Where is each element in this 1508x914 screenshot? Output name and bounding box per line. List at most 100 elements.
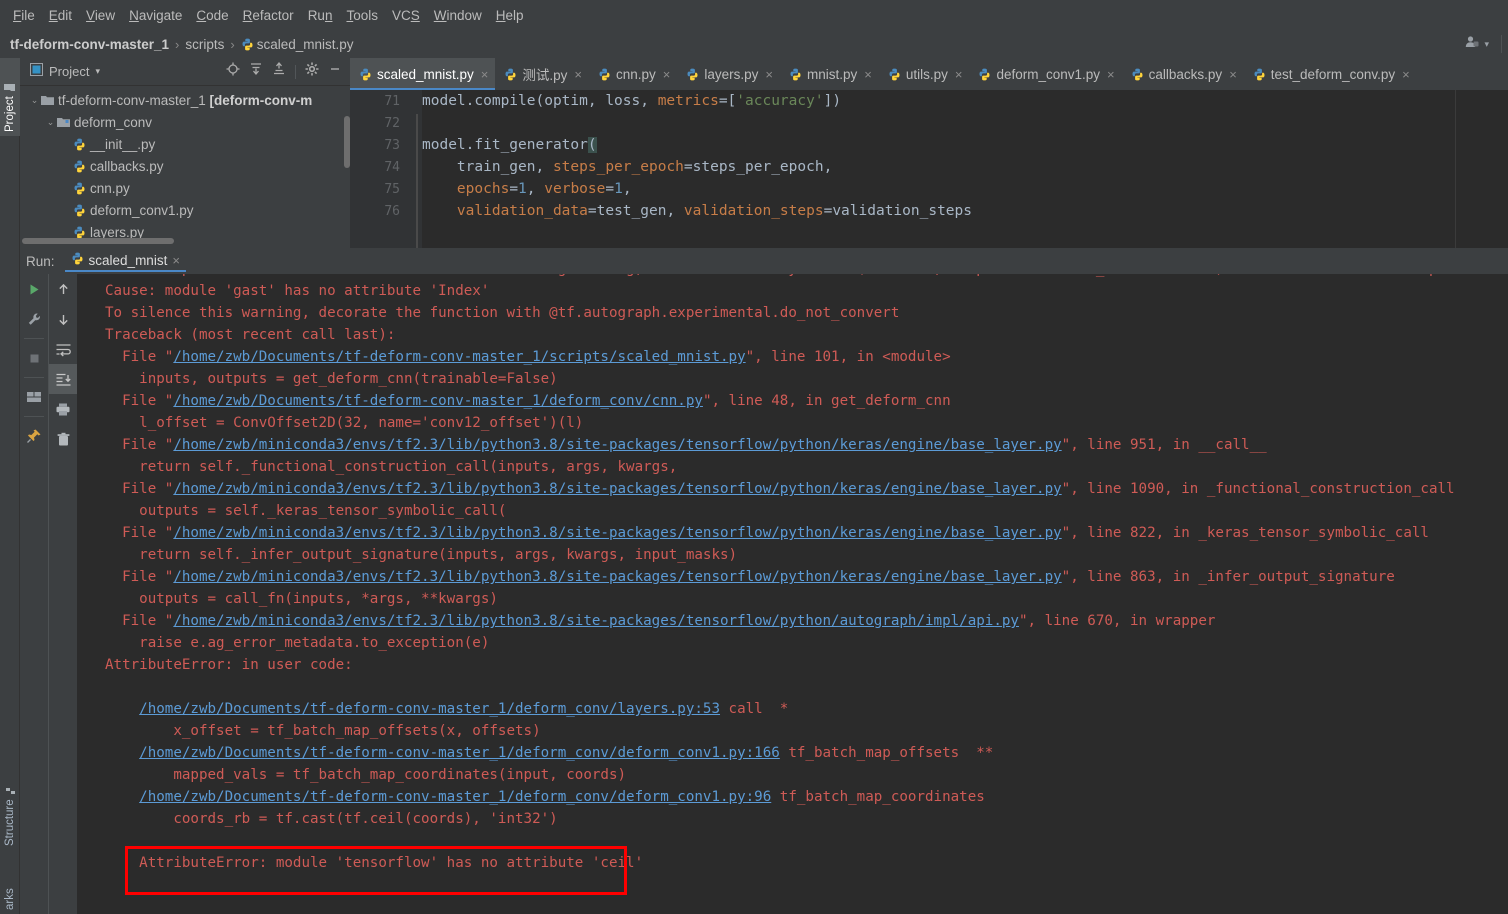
rerun-play-icon[interactable] [20,274,48,304]
scroll-down-icon[interactable] [49,304,77,334]
breadcrumb-item-2[interactable]: scaled_mnist.py [241,37,354,52]
close-icon[interactable]: × [574,67,582,82]
editor-code-area[interactable]: model.compile(optim, loss, metrics=['acc… [422,90,1508,248]
menu-item-help[interactable]: Help [489,5,531,26]
soft-wrap-icon[interactable] [49,334,77,364]
settings-gear-icon[interactable] [305,62,319,81]
menu-item-edit[interactable]: Edit [42,5,79,26]
console-text: tf_batch_map_offsets ** [779,745,994,761]
tree-item[interactable]: __init__.py [20,133,350,155]
menu-item-vcs[interactable]: VCS [385,5,427,26]
folder-src-icon [57,117,70,128]
menu-item-run[interactable]: Run [301,5,340,26]
menu-item-file[interactable]: File [6,5,42,26]
code-line: model.fit_generator( [422,137,597,153]
user-account-icon[interactable] [1464,34,1480,55]
console-text: File " [105,437,174,453]
tree-item[interactable]: deform_conv1.py [20,199,350,221]
console-line: outputs = self._keras_tensor_symbolic_ca… [105,503,506,519]
stop-icon[interactable] [20,343,48,373]
editor-tab-cnn-py[interactable]: cnn.py × [589,58,677,90]
editor-tab-callbacks-py[interactable]: callbacks.py × [1122,58,1244,90]
console-line: To silence this warning, decorate the fu… [105,305,899,321]
python-file-icon [1253,68,1266,81]
tool-window-button-project[interactable]: Project [0,58,20,136]
editor-tab-bar[interactable]: scaled_mnist.py × 测试.py × cnn.py × layers.py × m… [350,58,1508,90]
locate-icon[interactable] [226,62,240,81]
close-icon[interactable]: × [481,67,489,82]
menu-item-navigate[interactable]: Navigate [122,5,189,26]
close-icon[interactable]: × [1107,67,1115,82]
console-text: File " [105,393,174,409]
breadcrumb-item-0[interactable]: tf-deform-conv-master_1 [10,37,169,52]
chevron-down-icon[interactable]: ▾ [1484,39,1489,50]
close-icon[interactable]: × [1402,67,1410,82]
run-console-output[interactable]: Please report this to the TensorFlow tea… [77,274,1508,914]
tree-item[interactable]: cnn.py [20,177,350,199]
close-icon[interactable]: × [1229,67,1237,82]
scroll-up-icon[interactable] [49,274,77,304]
project-panel-title: Project [49,64,90,79]
menu-item-code[interactable]: Code [189,5,235,26]
project-tree[interactable]: ⌄ tf-deform-conv-master_1 [deform-conv-m ⌄… [20,86,350,246]
close-icon[interactable]: × [864,67,872,82]
tree-item[interactable]: callbacks.py [20,155,350,177]
pin-icon[interactable] [20,421,48,451]
console-file-link[interactable]: /home/zwb/Documents/tf-deform-conv-maste… [139,701,720,717]
structure-icon [4,786,16,795]
layout-icon[interactable] [20,382,48,412]
console-text: inputs, outputs = get_deform_cnn(trainab… [105,371,558,387]
editor-tab-测试-py[interactable]: 测试.py × [495,58,589,90]
collapse-all-icon[interactable] [272,61,286,81]
chevron-down-icon[interactable]: ▾ [95,66,100,77]
code-editor[interactable]: 71 72 73 74 75 76 model.compile(optim, loss, … [350,90,1508,248]
minimize-icon[interactable] [328,62,342,81]
editor-tab-scaled_mnist-py[interactable]: scaled_mnist.py × [350,58,496,90]
breadcrumb-item-1[interactable]: scripts [185,37,224,52]
tree-expand-arrow[interactable]: ⌄ [44,117,57,128]
menu-item-refactor[interactable]: Refactor [236,5,301,26]
editor-tab-test_deform_conv-py[interactable]: test_deform_conv.py × [1244,58,1417,90]
editor-tab-mnist-py[interactable]: mnist.py × [780,58,879,90]
close-icon[interactable]: × [172,253,180,268]
editor-tab-deform_conv1-py[interactable]: deform_conv1.py × [969,58,1121,90]
run-configuration-tab[interactable]: scaled_mnist × [64,250,187,272]
user-account-area[interactable]: ▾ [1464,30,1502,58]
console-text: ", line 48, in get_deform_cnn [702,393,951,409]
close-icon[interactable]: × [955,67,963,82]
console-file-link[interactable]: /home/zwb/miniconda3/envs/tf2.3/lib/pyth… [173,437,1061,453]
tree-expand-arrow[interactable]: ⌄ [28,95,41,106]
console-file-link[interactable]: /home/zwb/miniconda3/envs/tf2.3/lib/pyth… [173,613,1019,629]
menu-item-tools[interactable]: Tools [339,5,385,26]
console-file-link[interactable]: /home/zwb/miniconda3/envs/tf2.3/lib/pyth… [173,481,1061,497]
tree-item[interactable]: ⌄ tf-deform-conv-master_1 [deform-conv-m [20,89,350,111]
editor-tab-layers-py[interactable]: layers.py × [677,58,780,90]
tool-window-button-bookmarks[interactable]: arks [0,856,20,914]
tool-window-button-structure[interactable]: Structure [0,766,20,850]
toolbar-divider [24,338,44,339]
tree-item[interactable]: ⌄ deform_conv [20,111,350,133]
project-tree-horizontal-scrollbar[interactable] [22,238,174,244]
console-file-link[interactable]: /home/zwb/Documents/tf-deform-conv-maste… [139,745,780,761]
project-tab-label: Project [4,96,16,132]
menu-item-view[interactable]: View [79,5,122,26]
pycharm-window: File Edit View Navigate Code Refactor Run Tools… [0,0,1508,914]
print-icon[interactable] [49,394,77,424]
console-file-link[interactable]: /home/zwb/miniconda3/envs/tf2.3/lib/pyth… [173,525,1061,541]
toolbar-divider [24,416,44,417]
settings-wrench-icon[interactable] [20,304,48,334]
expand-all-icon[interactable] [249,62,263,81]
console-file-link[interactable]: /home/zwb/Documents/tf-deform-conv-maste… [173,393,703,409]
scroll-to-end-icon[interactable] [49,364,77,394]
console-text: ", line 863, in _infer_output_signature [1061,569,1395,585]
close-icon[interactable]: × [663,67,671,82]
editor-tab-utils-py[interactable]: utils.py × [879,58,970,90]
editor-tab-label: scaled_mnist.py [377,66,474,82]
console-file-link[interactable]: /home/zwb/miniconda3/envs/tf2.3/lib/pyth… [173,569,1061,585]
console-file-link[interactable]: /home/zwb/Documents/tf-deform-conv-maste… [173,349,745,365]
menu-item-window[interactable]: Window [427,5,489,26]
close-icon[interactable]: × [765,67,773,82]
trash-icon[interactable] [49,424,77,454]
editor-fold-strip[interactable] [408,90,422,248]
console-file-link[interactable]: /home/zwb/Documents/tf-deform-conv-maste… [139,789,771,805]
